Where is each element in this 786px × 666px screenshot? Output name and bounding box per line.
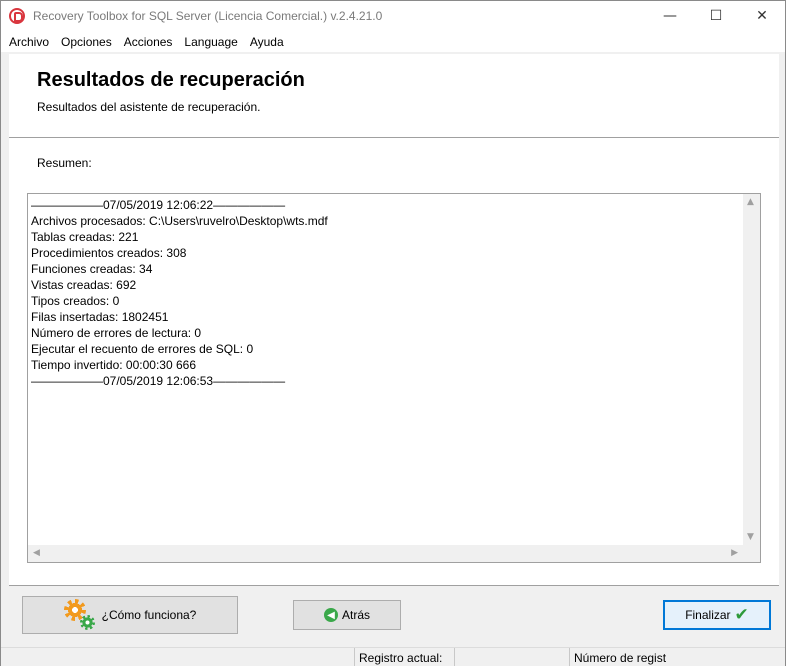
scroll-down-icon[interactable]: ▼ bbox=[747, 532, 754, 542]
log-line: ——————07/05/2019 12:06:53—————— bbox=[31, 374, 286, 388]
log-line: Ejecutar el recuento de errores de SQL: … bbox=[31, 342, 254, 356]
menu-opciones[interactable]: Opciones bbox=[55, 35, 118, 49]
summary-label: Resumen: bbox=[37, 156, 92, 170]
page-title: Resultados de recuperación bbox=[37, 69, 305, 91]
log-line: ——————07/05/2019 12:06:22—————— bbox=[31, 198, 286, 212]
maximize-button[interactable]: ☐ bbox=[693, 1, 739, 31]
how-it-works-button[interactable]: ¿Cómo funciona? bbox=[22, 596, 238, 634]
title-bar[interactable]: Recovery Toolbox for SQL Server (Licenci… bbox=[1, 1, 785, 31]
gears-icon bbox=[63, 599, 98, 631]
page-subtitle: Resultados del asistente de recuperación… bbox=[37, 100, 261, 114]
status-record-number: Número de regist bbox=[569, 648, 669, 666]
gear-green-icon bbox=[79, 615, 95, 630]
menu-language[interactable]: Language bbox=[178, 35, 243, 49]
status-current-record: Registro actual: bbox=[354, 648, 454, 666]
scroll-right-icon[interactable]: ▶ bbox=[731, 548, 738, 558]
app-logo-icon bbox=[9, 8, 25, 24]
log-line: Vistas creadas: 692 bbox=[31, 278, 137, 292]
scroll-up-icon[interactable]: ▲ bbox=[747, 197, 754, 207]
menu-bar: Archivo Opciones Acciones Language Ayuda bbox=[1, 31, 785, 52]
status-bar: Registro actual: Número de regist bbox=[1, 647, 785, 666]
finish-label: Finalizar bbox=[685, 608, 731, 622]
summary-log[interactable]: ——————07/05/2019 12:06:22—————— Archivos… bbox=[27, 193, 761, 563]
log-line: Tablas creadas: 221 bbox=[31, 230, 139, 244]
log-line: Número de errores de lectura: 0 bbox=[31, 326, 202, 340]
log-line: Funciones creadas: 34 bbox=[31, 262, 153, 276]
back-label: Atrás bbox=[341, 608, 370, 622]
back-button[interactable]: ◀ Atrás bbox=[293, 600, 401, 630]
log-line: Tipos creados: 0 bbox=[31, 294, 120, 308]
summary-log-text[interactable]: ——————07/05/2019 12:06:22—————— Archivos… bbox=[30, 196, 742, 544]
app-window: Recovery Toolbox for SQL Server (Licenci… bbox=[0, 0, 786, 666]
menu-acciones[interactable]: Acciones bbox=[118, 35, 179, 49]
menu-archivo[interactable]: Archivo bbox=[3, 35, 55, 49]
log-line: Procedimientos creados: 308 bbox=[31, 246, 187, 260]
scrollbar-corner bbox=[743, 545, 760, 562]
how-it-works-label: ¿Cómo funciona? bbox=[101, 608, 197, 622]
log-line: Filas insertadas: 1802451 bbox=[31, 310, 169, 324]
horizontal-scrollbar[interactable]: ◀ ▶ bbox=[28, 545, 743, 562]
minimize-button[interactable]: — bbox=[647, 1, 693, 31]
finish-button[interactable]: Finalizar ✔ bbox=[663, 600, 771, 630]
window-controls: — ☐ ✕ bbox=[647, 1, 785, 31]
scroll-left-icon[interactable]: ◀ bbox=[33, 548, 40, 558]
close-button[interactable]: ✕ bbox=[739, 1, 785, 31]
menu-ayuda[interactable]: Ayuda bbox=[244, 35, 290, 49]
log-line: Archivos procesados: C:\Users\ruvelro\De… bbox=[31, 214, 328, 228]
divider bbox=[9, 585, 779, 586]
window-title: Recovery Toolbox for SQL Server (Licenci… bbox=[33, 9, 383, 23]
back-arrow-icon: ◀ bbox=[323, 608, 338, 622]
checkmark-icon: ✔ bbox=[734, 605, 749, 625]
log-line: Tiempo invertido: 00:00:30 666 bbox=[31, 358, 196, 372]
vertical-scrollbar[interactable]: ▲ ▼ bbox=[743, 194, 760, 545]
status-spacer bbox=[454, 648, 569, 666]
wizard-header: Resultados de recuperación Resultados de… bbox=[9, 54, 779, 138]
